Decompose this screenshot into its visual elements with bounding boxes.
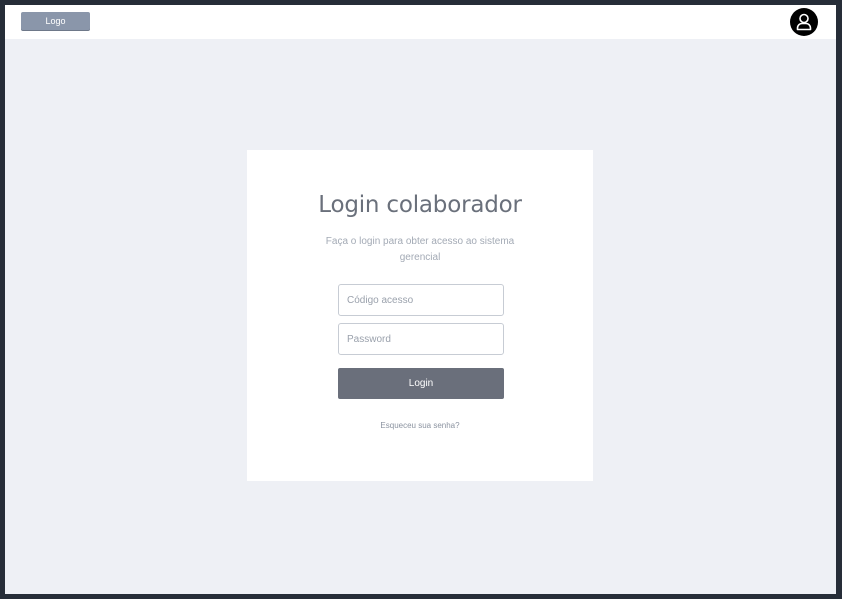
user-avatar-button[interactable] [790, 8, 818, 36]
app-frame: Logo Login colaborador Faça o login para… [5, 5, 836, 594]
login-title: Login colaborador [318, 192, 522, 218]
top-bar: Logo [5, 5, 836, 39]
login-subtitle: Faça o login para obter acesso ao sistem… [325, 236, 515, 263]
login-button[interactable]: Login [338, 368, 504, 399]
logo-button[interactable]: Logo [21, 12, 90, 30]
user-icon [796, 13, 812, 31]
access-code-input[interactable] [338, 284, 504, 316]
login-card: Login colaborador Faça o login para obte… [247, 150, 593, 481]
forgot-password-link[interactable]: Esqueceu sua senha? [247, 421, 593, 430]
password-input[interactable] [338, 323, 504, 355]
